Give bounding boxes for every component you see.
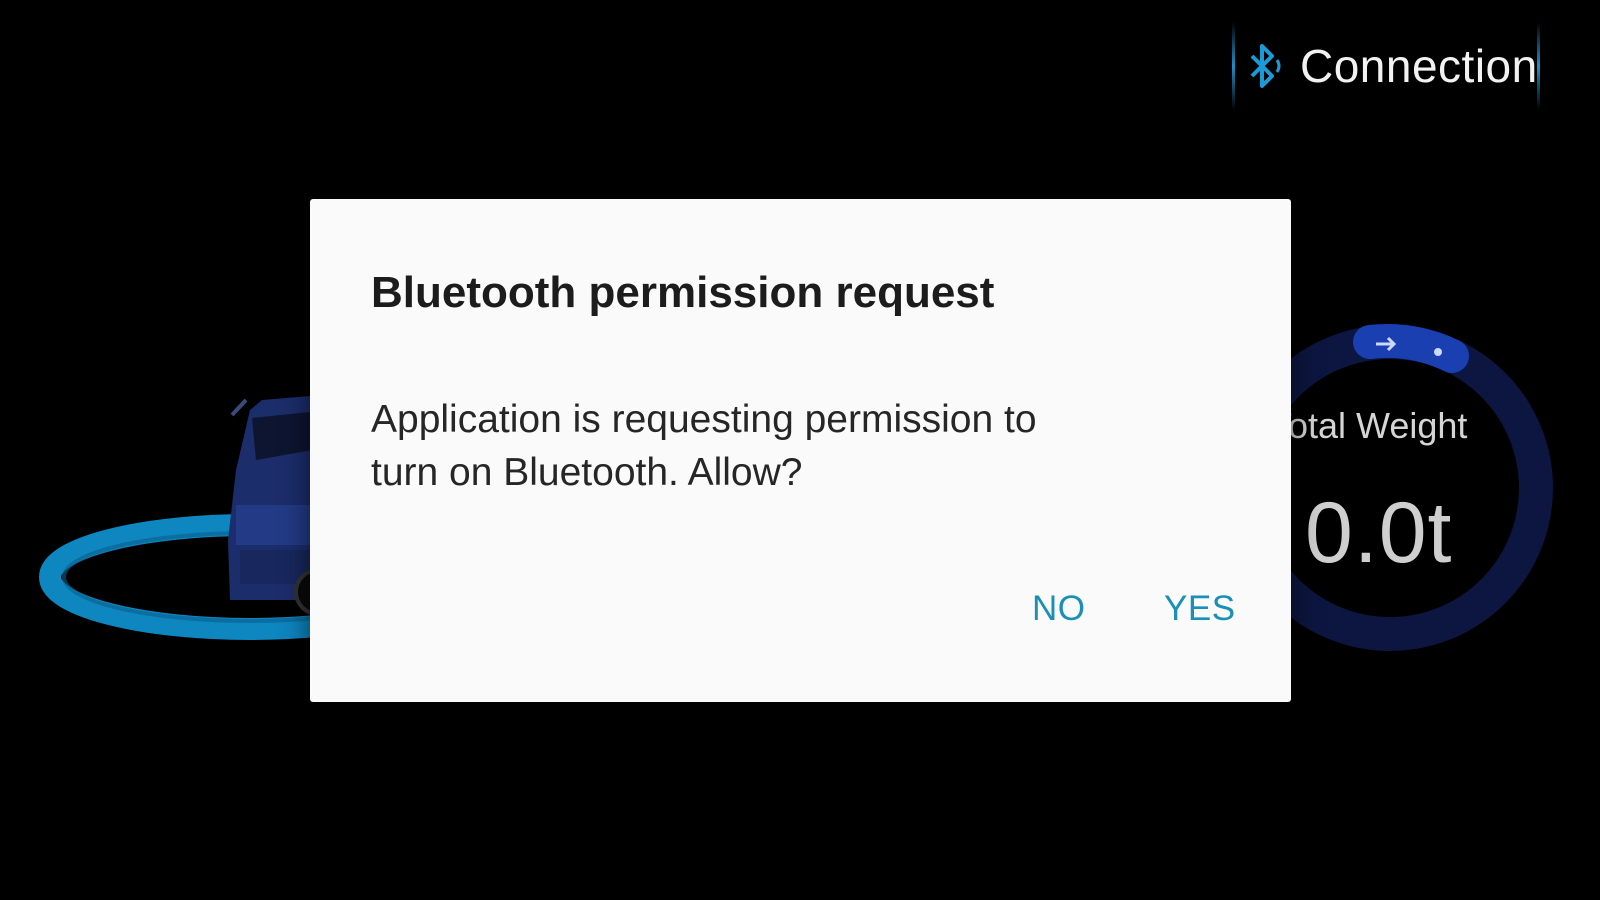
dialog-message-line-1: Application is requesting permission to <box>371 398 1037 441</box>
dialog-title: Bluetooth permission request <box>371 268 995 317</box>
yes-button[interactable]: YES <box>1164 589 1236 629</box>
dialog-message-line-2: turn on Bluetooth. Allow? <box>371 451 803 494</box>
dialog-message: Application is requesting permission to … <box>371 393 1191 499</box>
bluetooth-permission-dialog: Bluetooth permission request Application… <box>310 199 1291 702</box>
no-button[interactable]: NO <box>1032 589 1086 629</box>
